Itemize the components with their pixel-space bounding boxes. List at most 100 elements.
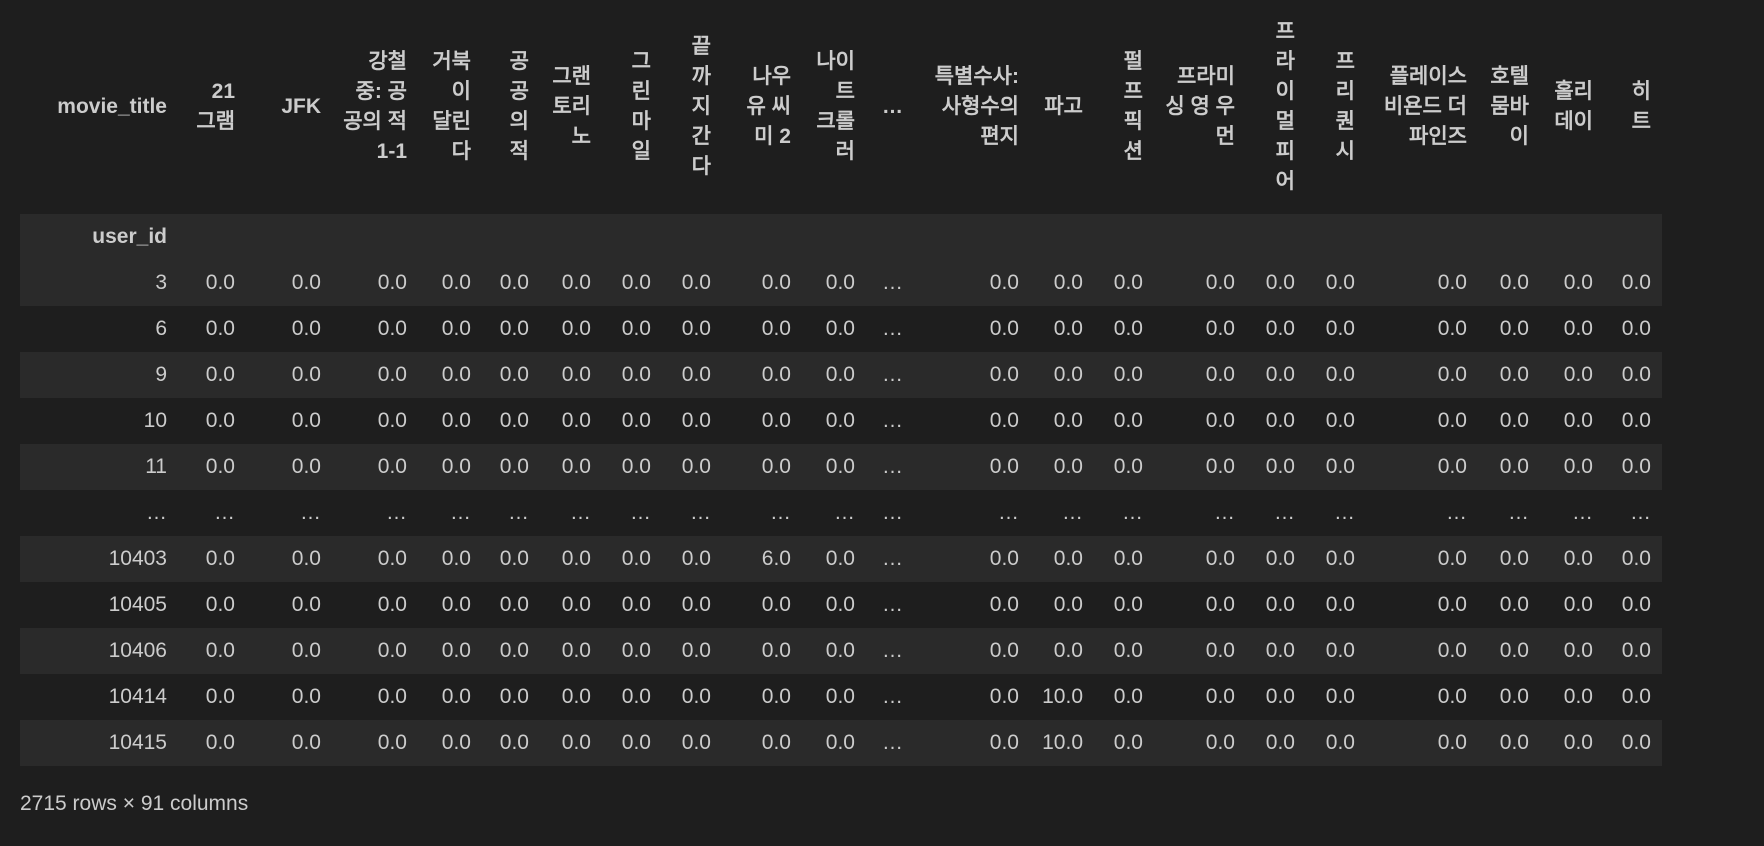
table-cell: 0.0	[1604, 398, 1662, 444]
table-cell: 0.0	[418, 398, 482, 444]
table-cell: 0.0	[332, 720, 418, 766]
table-cell: 0.0	[662, 398, 722, 444]
table-cell: 0.0	[482, 536, 540, 582]
table-cell: 0.0	[1030, 582, 1094, 628]
table-row: 10414 0.0 0.0 0.0 0.0 0.0 0.0 0.0 0.0 0.0 0.0… 0.0 1…	[20, 674, 1662, 720]
table-cell: 0.0	[1540, 720, 1604, 766]
table-cell: 0.0	[540, 444, 602, 490]
index-header-filler	[332, 214, 418, 260]
table-cell: …	[866, 674, 914, 720]
table-cell: 0.0	[1478, 306, 1540, 352]
table-cell: 0.0	[802, 536, 866, 582]
table-cell: …	[866, 628, 914, 674]
table-cell: 0.0	[802, 582, 866, 628]
table-cell: 0.0	[722, 582, 802, 628]
table-cell: 0.0	[662, 720, 722, 766]
table-cell: …	[866, 306, 914, 352]
table-cell: 0.0	[914, 444, 1030, 490]
table-cell: 0.0	[1094, 582, 1154, 628]
table-cell: 0.0	[1094, 306, 1154, 352]
table-cell: 0.0	[1540, 398, 1604, 444]
column-header: 호텔 뭄바이	[1478, 0, 1540, 214]
table-cell: 10.0	[1030, 720, 1094, 766]
row-index: 10406	[20, 628, 178, 674]
table-cell: 0.0	[1366, 720, 1478, 766]
column-header: 그랜토리노	[540, 0, 602, 214]
table-cell: 0.0	[1154, 306, 1246, 352]
table-cell: 0.0	[1030, 628, 1094, 674]
column-header: 히트	[1604, 0, 1662, 214]
table-cell: 0.0	[246, 720, 332, 766]
table-cell: 0.0	[1604, 536, 1662, 582]
table-cell: 0.0	[1030, 306, 1094, 352]
table-cell: 0.0	[246, 536, 332, 582]
table-cell: 0.0	[540, 398, 602, 444]
table-cell: 0.0	[1246, 582, 1306, 628]
table-cell: 0.0	[914, 306, 1030, 352]
table-cell: …	[866, 720, 914, 766]
table-row: 10 0.0 0.0 0.0 0.0 0.0 0.0 0.0 0.0 0.0 0.0… 0.0 0.0 0…	[20, 398, 1662, 444]
table-cell: 0.0	[1094, 398, 1154, 444]
table-cell: 0.0	[914, 720, 1030, 766]
table-cell: 0.0	[1154, 444, 1246, 490]
table-cell: 0.0	[246, 306, 332, 352]
table-cell: 6.0	[722, 536, 802, 582]
table-cell: 0.0	[722, 674, 802, 720]
table-cell: …	[418, 490, 482, 536]
column-header: 강철중: 공공의 적 1-1	[332, 0, 418, 214]
table-cell: 0.0	[1154, 536, 1246, 582]
table-cell: …	[1154, 490, 1246, 536]
table-cell: 0.0	[332, 628, 418, 674]
table-cell: 0.0	[1366, 260, 1478, 306]
table-cell: 0.0	[722, 628, 802, 674]
table-cell: 0.0	[1478, 582, 1540, 628]
table-cell: 0.0	[662, 536, 722, 582]
columns-name-header: movie_title	[20, 0, 178, 214]
table-cell: 0.0	[332, 306, 418, 352]
table-cell: 0.0	[1306, 352, 1366, 398]
table-cell: 0.0	[722, 720, 802, 766]
table-cell: 0.0	[602, 582, 662, 628]
table-cell: …	[1246, 490, 1306, 536]
column-header: 플레이스 비욘드 더 파인즈	[1366, 0, 1478, 214]
table-cell: 0.0	[482, 398, 540, 444]
index-header-filler	[1366, 214, 1478, 260]
table-cell: …	[866, 444, 914, 490]
index-header-filler	[802, 214, 866, 260]
index-header-filler	[1540, 214, 1604, 260]
row-index: 10405	[20, 582, 178, 628]
table-cell: 0.0	[1478, 398, 1540, 444]
table-cell: 0.0	[418, 720, 482, 766]
index-header-filler	[1306, 214, 1366, 260]
table-cell: 0.0	[540, 720, 602, 766]
table-cell: 0.0	[914, 260, 1030, 306]
table-cell: 0.0	[418, 306, 482, 352]
table-cell: 0.0	[1366, 398, 1478, 444]
row-index: 10403	[20, 536, 178, 582]
table-cell: 0.0	[1478, 352, 1540, 398]
column-header: 프라이멀 피어	[1246, 0, 1306, 214]
index-header-filler	[1094, 214, 1154, 260]
table-cell: 0.0	[540, 260, 602, 306]
table-cell: 0.0	[1094, 260, 1154, 306]
table-cell: 0.0	[1306, 628, 1366, 674]
table-cell: 0.0	[178, 444, 246, 490]
table-cell: 0.0	[1604, 628, 1662, 674]
table-cell: 0.0	[418, 352, 482, 398]
index-header-filler	[540, 214, 602, 260]
table-cell: 0.0	[1246, 444, 1306, 490]
table-cell: 0.0	[178, 536, 246, 582]
table-cell: 0.0	[1094, 628, 1154, 674]
table-cell: …	[1094, 490, 1154, 536]
table-cell: 0.0	[602, 720, 662, 766]
table-row: …………………………………………………………	[20, 490, 1662, 536]
table-cell: 0.0	[540, 674, 602, 720]
index-header-filler	[602, 214, 662, 260]
table-cell: 0.0	[540, 536, 602, 582]
table-cell: 0.0	[1246, 536, 1306, 582]
table-cell: 0.0	[1478, 260, 1540, 306]
table-row: 10406 0.0 0.0 0.0 0.0 0.0 0.0 0.0 0.0 0.0 0.0… 0.0 0…	[20, 628, 1662, 674]
table-cell: 0.0	[1094, 674, 1154, 720]
table-cell: …	[540, 490, 602, 536]
table-cell: 0.0	[540, 306, 602, 352]
